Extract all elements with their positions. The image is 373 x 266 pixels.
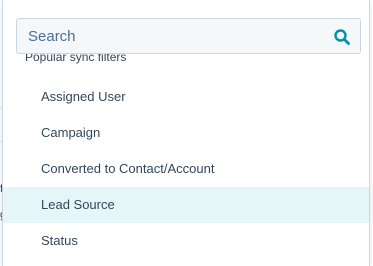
filter-dropdown: Popular sync filters Assigned User Campa… (2, 0, 370, 266)
options-list: Assigned User Campaign Converted to Cont… (3, 79, 369, 259)
search-input[interactable] (17, 19, 360, 53)
page: f g Popular sync filters Assigned User C… (0, 0, 373, 266)
search-icon[interactable] (333, 28, 351, 46)
option-status[interactable]: Status (3, 223, 369, 259)
option-assigned-user[interactable]: Assigned User (3, 79, 369, 115)
option-converted-to-contact-account[interactable]: Converted to Contact/Account (3, 151, 369, 187)
option-campaign[interactable]: Campaign (3, 115, 369, 151)
search-box (16, 18, 361, 54)
option-lead-source[interactable]: Lead Source (3, 187, 369, 223)
